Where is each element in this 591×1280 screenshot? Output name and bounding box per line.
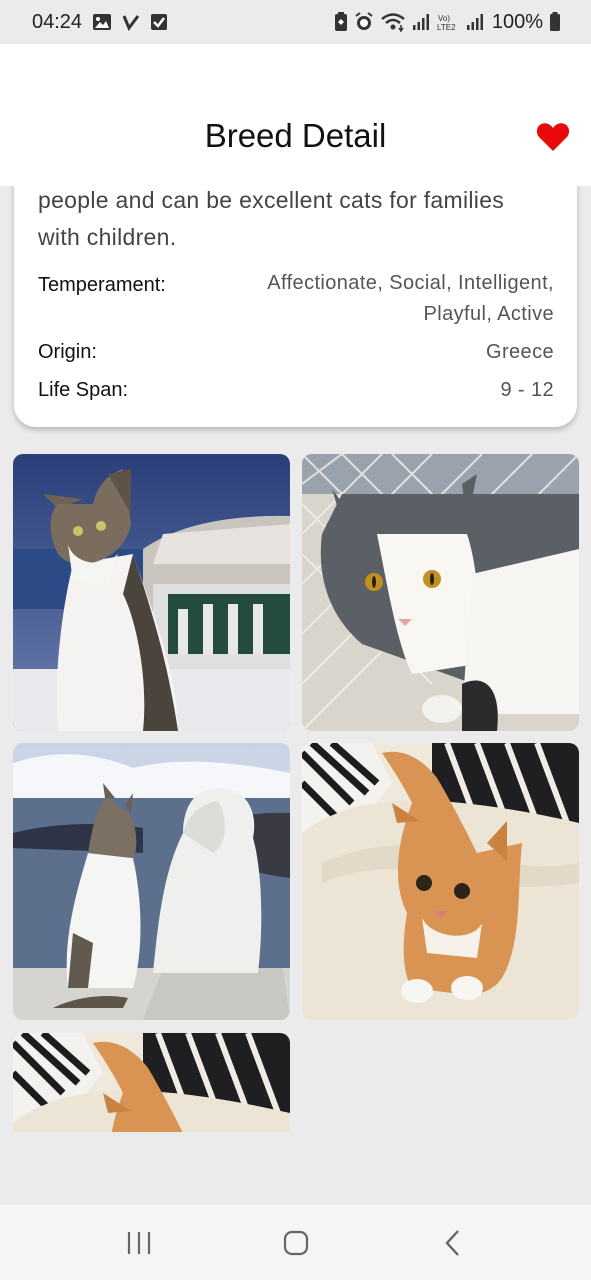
cat-photo-orange-tabby-bed[interactable] — [302, 743, 579, 1020]
recents-icon — [127, 1231, 150, 1254]
favorite-button[interactable] — [535, 120, 571, 154]
life-span-value: 9 - 12 — [500, 379, 554, 401]
life-span-label: Life Span: — [38, 379, 129, 401]
alarm-icon — [354, 12, 374, 32]
cat-photo-grey-white-fence[interactable] — [302, 454, 579, 731]
breed-detail-screen: 04:24 Vo) LTE2 100% people and can be ex… — [0, 0, 591, 1280]
temperament-value: Affectionate, Social, Intelligent, Playf… — [267, 272, 554, 325]
page-title: Breed Detail — [204, 117, 387, 154]
nfc-icon — [334, 12, 348, 32]
checkbox-icon — [150, 13, 168, 31]
check-v-icon — [122, 13, 140, 31]
temperament-label: Temperament: — [38, 274, 166, 296]
app-bar: Breed Detail — [0, 44, 591, 186]
svg-text:Vo): Vo) — [438, 14, 450, 23]
back-icon — [444, 1229, 459, 1256]
signal-icon — [412, 13, 430, 31]
back-button[interactable] — [423, 1213, 483, 1273]
cat-photo-orange-tabby-bed-2[interactable] — [13, 1033, 290, 1132]
home-icon — [283, 1230, 308, 1255]
recents-button[interactable] — [109, 1213, 169, 1273]
volte-icon: Vo) LTE2 — [436, 12, 460, 32]
life-span-row: Life Span: 9 - 12 — [38, 375, 554, 406]
origin-label: Origin: — [38, 341, 97, 363]
wifi-icon — [380, 12, 406, 32]
battery-icon — [549, 12, 561, 32]
status-bar: 04:24 Vo) LTE2 100% — [0, 0, 591, 44]
temperament-row: Temperament: Affectionate, Social, Intel… — [38, 268, 554, 330]
heart-icon — [536, 123, 570, 151]
origin-value: Greece — [486, 341, 554, 363]
home-button[interactable] — [266, 1213, 326, 1273]
system-nav-bar — [0, 1205, 591, 1280]
cat-photo-tabby-white-santorini[interactable] — [13, 454, 290, 731]
origin-row: Origin: Greece — [38, 337, 554, 368]
gallery-icon — [92, 13, 112, 31]
breed-description: people and can be excellent cats for fam… — [38, 187, 505, 250]
battery-percent: 100% — [491, 10, 543, 33]
signal-2-icon — [466, 13, 484, 31]
cat-photo-tabby-lion-statue[interactable] — [13, 743, 290, 1020]
status-time: 04:24 — [32, 10, 83, 33]
svg-text:LTE2: LTE2 — [437, 23, 456, 32]
